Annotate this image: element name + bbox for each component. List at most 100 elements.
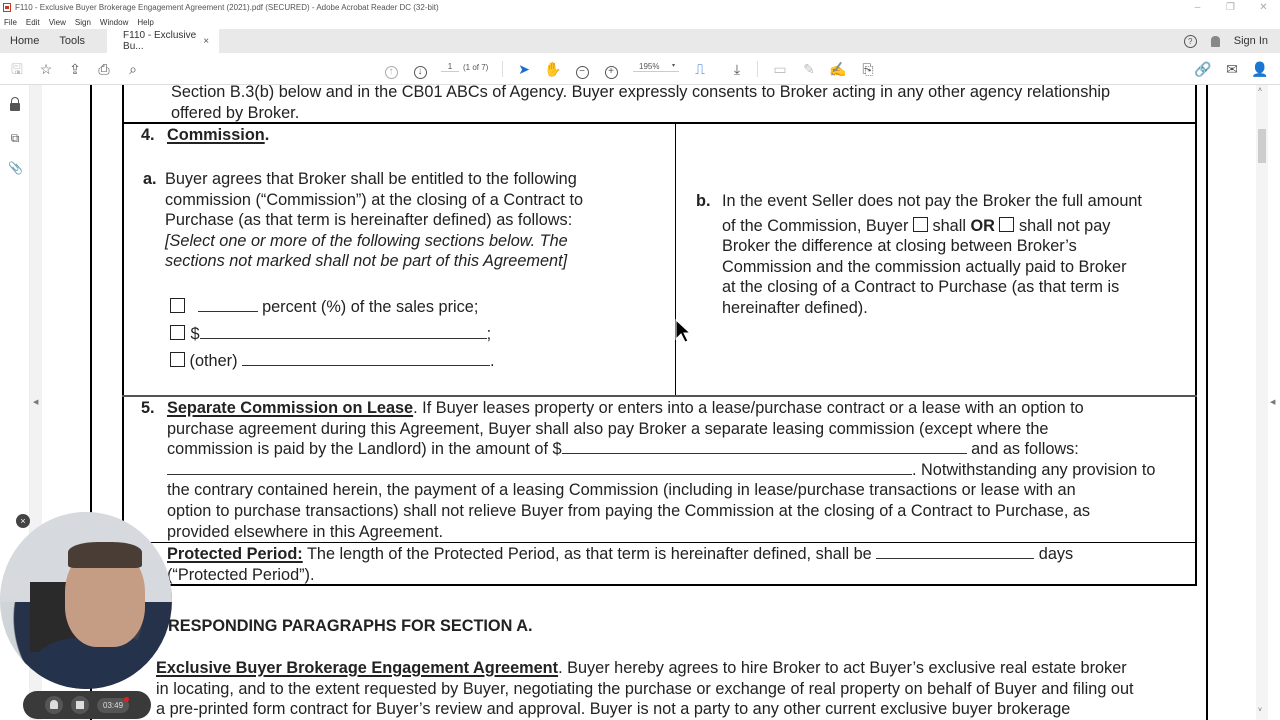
option-percent-label: percent (%) of the sales price; [262, 298, 479, 316]
add-user-icon[interactable]: 👤 [1251, 60, 1269, 78]
find-magnifier-icon[interactable]: ⌕ [124, 60, 142, 78]
window-controls: – ❐ ✕ [1181, 0, 1280, 15]
text-line: provided elsewhere in this Agreement. [167, 522, 444, 541]
email-icon[interactable]: ✉ [1223, 60, 1241, 78]
webcam-person-hair [68, 542, 142, 568]
protected-period-text: Protected Period: The length of the Prot… [167, 544, 1167, 585]
recording-indicator-dot [124, 696, 130, 702]
scroll-mode-icon[interactable]: ⤓ [728, 60, 746, 78]
text-line: Separate Commission on Lease. If Buyer l… [167, 398, 1167, 419]
section-4-number: 4. [141, 126, 155, 144]
notifications-bell-icon[interactable] [1210, 35, 1220, 47]
select-arrow-icon[interactable]: ➤ [515, 60, 533, 78]
toolbar-divider [502, 61, 503, 77]
lease-terms-blank-field[interactable] [167, 461, 912, 475]
percent-checkbox[interactable] [170, 298, 185, 313]
comment-icon[interactable]: ▭ [771, 60, 789, 78]
text-line: sections not marked shall not be part of… [165, 252, 568, 271]
menu-sign[interactable]: Sign [75, 18, 91, 27]
text-line: In the event Seller does not pay the Bro… [722, 192, 1142, 210]
protected-period-days-field[interactable] [876, 545, 1035, 559]
dollar-checkbox[interactable] [170, 325, 185, 340]
other-blank-field[interactable] [242, 352, 491, 366]
minimize-button[interactable]: – [1181, 0, 1214, 15]
tab-tools[interactable]: Tools [49, 29, 95, 53]
sign-icon[interactable]: ✍ [829, 60, 847, 78]
engagement-paragraph: Exclusive Buyer Brokerage Engagement Agr… [156, 658, 1194, 720]
zoom-level-dropdown[interactable]: 195% ▾ [633, 62, 679, 72]
vertical-scrollbar[interactable]: ˄ ˅ [1256, 85, 1268, 720]
share-link-icon[interactable]: 🔗 [1194, 60, 1212, 78]
text-line: Protected Period: The length of the Prot… [167, 544, 1167, 565]
close-tab-icon[interactable]: × [203, 36, 209, 47]
acrobat-app-icon [3, 3, 11, 12]
scroll-down-icon[interactable]: ˅ [1258, 707, 1262, 714]
menu-window[interactable]: Window [100, 18, 128, 27]
restore-button[interactable]: ❐ [1214, 0, 1247, 15]
webcam-overlay[interactable] [0, 512, 172, 689]
expand-left-pane-icon[interactable]: ◀ [33, 398, 38, 406]
help-icon[interactable]: ? [1183, 34, 1197, 48]
attachment-paperclip-icon[interactable]: 📎 [8, 161, 23, 175]
other-checkbox[interactable] [170, 352, 185, 367]
hand-tool-icon[interactable]: ✋ [544, 60, 562, 78]
text-run: . Buyer hereby agrees to hire Broker to … [558, 659, 1127, 677]
stop-recording-icon[interactable] [71, 696, 89, 714]
text-run: of the Commission, Buyer [722, 216, 909, 235]
section-5-number: 5. [141, 399, 155, 417]
shall-not-checkbox[interactable] [999, 216, 1015, 232]
zoom-in-icon[interactable]: + [602, 60, 620, 79]
security-lock-icon[interactable] [10, 97, 20, 111]
sign-in-button[interactable]: Sign In [1234, 35, 1268, 47]
text-line: the contrary contained herein, the payme… [167, 481, 1076, 500]
percent-blank-field[interactable] [197, 298, 258, 312]
print-icon[interactable]: ⎙ [95, 60, 113, 78]
menu-file[interactable]: File [4, 18, 17, 27]
close-webcam-icon[interactable]: × [16, 514, 30, 528]
menu-view[interactable]: View [49, 18, 66, 27]
tab-home[interactable]: Home [0, 29, 49, 53]
scrollbar-thumb[interactable] [1258, 129, 1266, 163]
scroll-up-icon[interactable]: ˄ [1258, 87, 1262, 94]
previous-page-icon[interactable]: ↑ [382, 60, 400, 79]
next-page-icon[interactable]: ↓ [411, 60, 429, 79]
section-4-title: Commission [167, 126, 265, 144]
text-run: shall [932, 216, 966, 235]
text-run: shall not pay [1018, 216, 1111, 235]
dollar-sign: $ [190, 325, 200, 343]
highlight-pen-icon[interactable]: ✎ [800, 60, 818, 78]
text-run: commission is paid by the Landlord) in t… [167, 440, 562, 459]
text-run: The length of the Protected Period, as t… [306, 545, 872, 563]
pages-thumbnail-icon[interactable]: ⧉ [8, 131, 22, 145]
text-line: a pre-printed form contract for Buyer’s … [156, 700, 1071, 719]
text-line: Commission and the commission actually p… [722, 257, 1127, 276]
menu-help[interactable]: Help [137, 18, 153, 27]
text-line: commission (“Commission”) at the closing… [165, 190, 584, 209]
close-window-button[interactable]: ✕ [1247, 0, 1280, 15]
page-number-input[interactable]: 1 [441, 62, 459, 72]
tab-document[interactable]: F110 - Exclusive Bu... × [107, 29, 220, 53]
section-5-text: Separate Commission on Lease. If Buyer l… [167, 398, 1167, 542]
fill-and-sign-icon[interactable]: ⎘ [859, 60, 877, 78]
expand-right-pane-icon[interactable]: ◀ [1270, 398, 1275, 406]
shall-checkbox[interactable] [912, 216, 928, 232]
save-icon[interactable]: 🖫 [8, 60, 26, 78]
table-right-border [1195, 85, 1197, 585]
bookmark-star-icon[interactable]: ☆ [37, 60, 55, 78]
text-line: hereinafter defined). [722, 298, 868, 317]
intro-paragraph: Section B.3(b) below and in the CB01 ABC… [171, 85, 1171, 123]
lease-amount-blank-field[interactable] [561, 440, 967, 455]
text-line: . Notwithstanding any provision to [167, 460, 1167, 481]
text-line: Section B.3(b) below and in the CB01 ABC… [171, 85, 1111, 101]
fit-page-icon[interactable]: ⎍ [691, 60, 709, 78]
text-line: commission is paid by the Landlord) in t… [167, 439, 1167, 460]
section-4b-text: In the event Seller does not pay the Bro… [722, 191, 1166, 319]
option-other: (other) . [170, 351, 495, 372]
upload-cloud-icon[interactable]: ⇪ [66, 60, 84, 78]
zoom-level-value: 195% [639, 62, 660, 71]
protected-period-title: Protected Period: [167, 545, 303, 563]
zoom-out-icon[interactable]: − [573, 60, 591, 79]
camera-toggle-user-icon[interactable] [45, 696, 63, 714]
menu-edit[interactable]: Edit [26, 18, 40, 27]
dollar-blank-field[interactable] [199, 325, 487, 339]
